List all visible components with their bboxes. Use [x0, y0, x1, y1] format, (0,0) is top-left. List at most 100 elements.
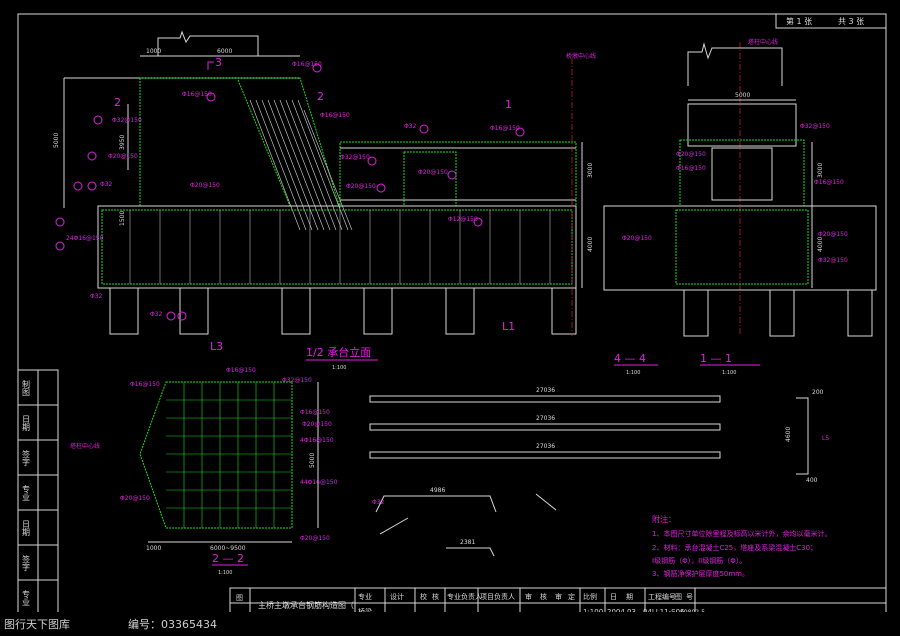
watermark-right: 编号：03365434 [128, 617, 217, 631]
rebar-label: Φ20@150 [108, 153, 138, 160]
rebar-label: Φ16@150 [226, 367, 256, 374]
strip-label: 签字 [22, 449, 31, 466]
elevation-title: 1/2 承台立面 [306, 345, 371, 359]
strip-label: 专业 [22, 589, 31, 606]
dim-3000: 3000 [587, 163, 594, 178]
cad-drawing-sheet: 第 1 张 共 3 张 制图 日期 签字 专业 日期 签字 专业 图 主桥主墩承 [0, 13, 900, 636]
rebar-label: Φ16@150 [300, 409, 330, 416]
dim-1000: 1000 [146, 48, 161, 55]
bar-dim: 27036 [536, 443, 555, 450]
note-line: I级钢筋（Φ），II级钢筋（Φ）。 [652, 556, 746, 565]
strip-label: 制图 [22, 379, 31, 397]
rebar-label: Φ32@150 [112, 117, 142, 124]
rebar-label: Φ16@150 [320, 112, 350, 119]
rebar-label: Φ32 [90, 293, 103, 300]
project-code-label: 工程编号 [648, 592, 676, 601]
drawing-frame [17, 13, 887, 619]
section-1-1-scale: 1:100 [722, 370, 736, 376]
section-mark-3: 3 [215, 56, 222, 69]
sheet-total: 共 3 张 [838, 17, 864, 26]
review-label-2: 核 [540, 592, 547, 601]
rebar-label: Φ16@150 [490, 125, 520, 132]
approve-label: 审 [555, 592, 562, 601]
strip-label: 签字 [22, 554, 31, 571]
rebar-label: Φ12@150 [448, 216, 478, 223]
design-label: 设计 [390, 592, 404, 601]
section-mark-l3: L3 [210, 340, 223, 353]
stirrup-dim-4600: 4600 [785, 427, 792, 442]
rebar-label: Φ32 [100, 181, 113, 188]
section-2-2-scale: 1:100 [218, 570, 232, 576]
rebar-label: Φ20@150 [818, 231, 848, 238]
section-1-1-view: 塔柱中心线 5000 3000 4000 Φ32@150 Φ20@150 Φ16… [603, 38, 877, 376]
date-label-2: 期 [626, 593, 633, 601]
section-mark-l1: L1 [502, 320, 515, 333]
notes-block: 附注： 1、本图尺寸单位除里程及标高以米计外，余均以毫米计。 2、材料：承台混凝… [652, 514, 831, 578]
rebar-label: Φ32@150 [818, 257, 848, 264]
tower-center-axis-label: 塔柱中心线 [748, 38, 778, 46]
stirrup-label: L5 [822, 435, 829, 442]
dim-3950: 3950 [119, 135, 126, 150]
elevation-view: 1000 6000 5000 3950 1500 3000 4000 桥墩中心线… [53, 30, 596, 371]
figure-label: 图 [675, 593, 682, 601]
specialty-lead-label: 专业负责人 [447, 592, 482, 601]
rebar-label: Φ20@150 [190, 182, 220, 189]
bar-dim: 27036 [536, 415, 555, 422]
note-line: 2、材料：承台混凝土C25，塔座及系梁混凝土C30； [652, 543, 817, 552]
scale-label: 比例 [583, 592, 597, 601]
left-signature-strip: 制图 日期 签字 专业 日期 签字 专业 [17, 369, 59, 619]
s11-dim-3000: 3000 [817, 163, 824, 178]
rebar-label: Φ32@150 [340, 154, 370, 161]
section-4-4-scale: 1:100 [626, 370, 640, 376]
section-2-2-view: 1000 6000~9500 5000 塔柱中心线 Φ16@150 Φ16@15… [70, 367, 338, 576]
stirrup-dim-400: 400 [806, 477, 818, 484]
s22-dim-6000: 6000~9500 [210, 545, 246, 552]
bridge-center-axis-label: 桥墩中心线 [566, 52, 596, 60]
rebar-label: Φ20@150 [302, 421, 332, 428]
elevation-scale: 1:100 [332, 365, 346, 371]
section-4-4-title: 4 — 4 [614, 352, 646, 365]
figure-no-label: 号 [686, 593, 693, 601]
strip-label: 日期 [22, 415, 31, 432]
s22-dim-1000: 1000 [146, 545, 161, 552]
rebar-label: Φ32 [150, 311, 163, 318]
s22-dim-5000: 5000 [309, 453, 316, 468]
stirrup-dim-200: 200 [812, 389, 824, 396]
rebar-label: Φ16@150 [814, 179, 844, 186]
bar-dim: 2381 [460, 539, 475, 546]
rebar-label: Φ20@150 [300, 535, 330, 542]
review-label: 审 [525, 592, 532, 601]
drawing-title: 主桥主墩承台钢筋构造图（ [258, 600, 354, 610]
date-label: 日 [610, 593, 617, 601]
rebar-label: Φ16@150 [130, 381, 160, 388]
project-type: 专业 [358, 592, 372, 601]
bar-dim: 4986 [430, 487, 445, 494]
strip-label: 专业 [22, 484, 31, 501]
rebar-label: Φ32 [404, 123, 417, 130]
rebar-label: Φ20@150 [418, 169, 448, 176]
s11-dim-5000: 5000 [735, 92, 750, 99]
sheet-number: 第 1 张 [786, 16, 812, 26]
strip-label: 日期 [22, 520, 31, 537]
section-mark-2-left: 2 [114, 96, 121, 109]
rebar-label: Φ20@150 [622, 235, 652, 242]
rebar-label: 4Φ16@150 [300, 437, 334, 444]
tower-center-axis-label-2: 塔柱中心线 [70, 442, 100, 450]
note-line: 3、钢筋净保护层厚度50mm。 [652, 569, 749, 578]
notes-heading: 附注： [652, 514, 676, 524]
section-mark-1: 1 [505, 98, 512, 111]
section-2-2-title: 2 — 2 [212, 552, 244, 565]
approve-label-2: 定 [568, 592, 575, 601]
section-mark-2-right: 2 [317, 90, 324, 103]
check-label: 校 [420, 592, 427, 601]
rebar-label: Φ32@150 [282, 377, 312, 384]
dim-5000: 5000 [53, 133, 60, 148]
rebar-label: Φ32 [372, 499, 385, 506]
dim-1500: 1500 [119, 211, 126, 226]
note-line: 1、本图尺寸单位除里程及标高以米计外，余均以毫米计。 [652, 529, 831, 538]
check-label-2: 核 [432, 592, 439, 601]
rebar-label: 24Φ16@150 [66, 235, 104, 242]
dim-4000: 4000 [587, 237, 594, 252]
section-1-1-title: 1 — 1 [700, 352, 732, 365]
rebar-label: Φ32@150 [800, 123, 830, 130]
